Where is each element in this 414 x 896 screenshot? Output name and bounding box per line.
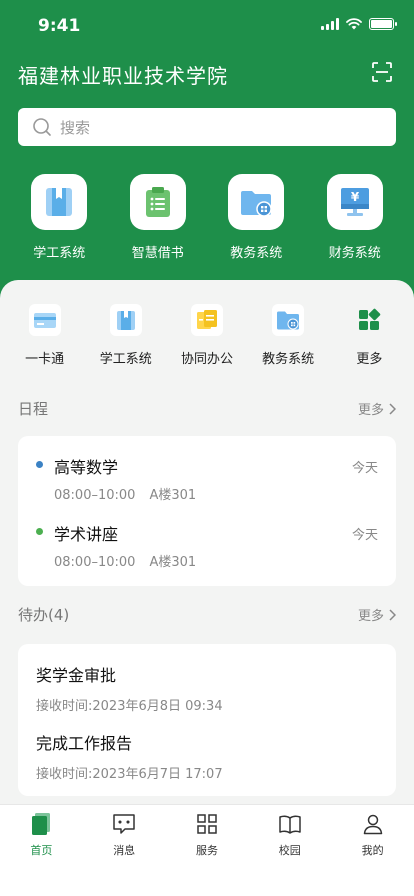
tab-bar: 首页 消息 服务 校园 我的 [0, 804, 414, 896]
tab-campus[interactable]: 校园 [255, 811, 325, 896]
clipboard-icon [145, 187, 170, 217]
todo-item-title: 完成工作报告 [36, 734, 133, 753]
status-dot [36, 461, 43, 468]
more-label: 更多 [357, 403, 384, 418]
todo-item-title: 奖学金审批 [36, 666, 117, 685]
schedule-item-meta: 08:00–10:00 A楼301 [54, 551, 196, 570]
todo-item-time: 接收时间:2023年6月8日 09:34 [36, 699, 223, 714]
quick-app-label: 更多 [356, 352, 383, 367]
todo-more-link[interactable]: 更多 [358, 605, 396, 624]
schedule-item[interactable]: 学术讲座 08:00–10:00 A楼301 今天 [18, 503, 396, 570]
wifi-icon [346, 18, 362, 30]
scan-icon [372, 62, 392, 82]
schedule-item-title: 学术讲座 [54, 525, 119, 544]
grid-more-icon [353, 304, 385, 336]
schedule-item-place: A楼301 [149, 555, 197, 570]
scan-button[interactable] [370, 60, 394, 84]
tab-label: 首页 [30, 844, 53, 857]
schedule-item-time: 08:00–10:00 [54, 488, 136, 503]
main-apps-grid: 学工系统 智慧借书 教务系统 ¥ 财务系统 [0, 174, 414, 261]
schedule-more-link[interactable]: 更多 [358, 399, 396, 418]
folder-icon [272, 304, 305, 336]
quick-app-jiaowu[interactable]: 教务系统 [248, 304, 328, 367]
quick-app-office[interactable]: 协同办公 [167, 304, 247, 367]
app-label: 学工系统 [33, 246, 86, 261]
status-time: 9:41 [38, 16, 81, 36]
tab-services[interactable]: 服务 [172, 811, 242, 896]
status-bar: 9:41 [0, 0, 414, 50]
status-dot [36, 528, 43, 535]
more-label: 更多 [357, 609, 384, 624]
office-icon [190, 304, 223, 336]
quick-apps-grid: 一卡通 学工系统 协同办公 教务系统 更多 [0, 304, 414, 367]
quick-app-label: 一卡通 [25, 352, 65, 367]
signal-icon [321, 18, 339, 30]
quick-app-more[interactable]: 更多 [329, 304, 409, 367]
tab-label: 我的 [361, 844, 384, 857]
schedule-item-meta: 08:00–10:00 A楼301 [54, 484, 196, 503]
page-title: 福建林业职业技术学院 [18, 64, 228, 88]
app-jiaowu[interactable]: 教务系统 [216, 174, 296, 261]
search-icon [33, 118, 51, 136]
book-icon [109, 304, 142, 336]
tab-messages[interactable]: 消息 [89, 811, 159, 896]
todo-card: 奖学金审批 接收时间:2023年6月8日 09:34 完成工作报告 接收时间:2… [18, 644, 396, 796]
app-icon-tile [228, 174, 285, 230]
tab-label: 消息 [113, 844, 136, 857]
schedule-header: 日程 更多 [18, 398, 396, 419]
schedule-item-day: 今天 [351, 528, 378, 543]
schedule-item-day: 今天 [351, 461, 378, 476]
battery-icon [369, 18, 397, 30]
schedule-card: 高等数学 08:00–10:00 A楼301 今天 学术讲座 08:00–10:0… [18, 436, 396, 586]
todo-item[interactable]: 奖学金审批 接收时间:2023年6月8日 09:34 [36, 662, 223, 714]
book-icon [46, 188, 73, 216]
todo-header: 待办(4) 更多 [18, 604, 396, 625]
user-icon [360, 811, 386, 837]
chevron-right-icon [389, 402, 396, 415]
tab-label: 校园 [278, 844, 301, 857]
message-icon [111, 811, 137, 837]
todo-title: 待办(4) [18, 606, 70, 624]
schedule-item-place: A楼301 [149, 488, 197, 503]
search-input[interactable]: 搜索 [18, 108, 396, 146]
todo-item[interactable]: 完成工作报告 接收时间:2023年6月7日 17:07 [36, 730, 223, 782]
app-library[interactable]: 智慧借书 [118, 174, 198, 261]
quick-app-label: 学工系统 [99, 352, 152, 367]
quick-app-xuegong[interactable]: 学工系统 [86, 304, 166, 367]
app-xuegong[interactable]: 学工系统 [19, 174, 99, 261]
search-placeholder: 搜索 [60, 118, 91, 137]
grid-icon [194, 811, 220, 837]
app-label: 财务系统 [328, 246, 381, 261]
app-label: 教务系统 [230, 246, 283, 261]
tab-home[interactable]: 首页 [6, 811, 76, 896]
open-book-icon [277, 811, 303, 837]
schedule-title: 日程 [18, 400, 49, 418]
app-icon-tile [31, 174, 88, 230]
folder-icon [241, 191, 272, 217]
app-icon-tile [129, 174, 186, 230]
app-label: 智慧借书 [131, 246, 184, 261]
todo-item-time: 接收时间:2023年6月7日 17:07 [36, 767, 223, 782]
tab-label: 服务 [195, 844, 218, 857]
card-icon [28, 304, 61, 336]
app-caiwu[interactable]: ¥ 财务系统 [315, 174, 395, 261]
tab-profile[interactable]: 我的 [338, 811, 408, 896]
app-icon-tile: ¥ [326, 174, 383, 230]
quick-app-card[interactable]: 一卡通 [5, 304, 85, 367]
yuan-monitor-icon: ¥ [340, 188, 369, 216]
home-icon [28, 811, 54, 837]
quick-app-label: 教务系统 [262, 352, 315, 367]
chevron-right-icon [389, 608, 396, 621]
quick-app-label: 协同办公 [180, 352, 233, 367]
schedule-item[interactable]: 高等数学 08:00–10:00 A楼301 今天 [18, 436, 396, 503]
status-icons [321, 18, 397, 30]
schedule-item-title: 高等数学 [54, 458, 119, 477]
svg-text:¥: ¥ [351, 190, 360, 204]
schedule-item-time: 08:00–10:00 [54, 555, 136, 570]
